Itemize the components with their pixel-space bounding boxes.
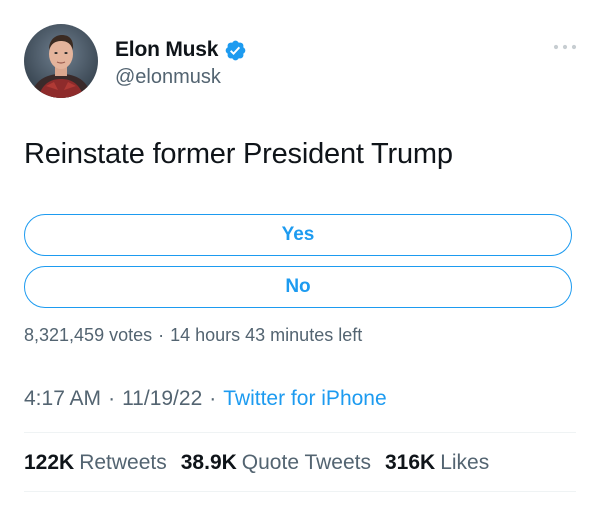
- more-options-button[interactable]: [552, 40, 578, 54]
- poll-option-yes[interactable]: Yes: [24, 214, 572, 256]
- avatar-image: [24, 24, 98, 98]
- author-handle[interactable]: @elonmusk: [115, 66, 221, 89]
- poll-option-no[interactable]: No: [24, 266, 572, 308]
- author-display-name[interactable]: Elon Musk: [115, 38, 218, 62]
- divider: [24, 432, 576, 433]
- separator-dot: ·: [209, 387, 217, 410]
- avatar[interactable]: [24, 24, 98, 98]
- separator-dot: ·: [108, 387, 116, 410]
- retweets-label: Retweets: [79, 451, 167, 474]
- divider: [24, 491, 576, 492]
- tweet-meta: 4:17 AM · 11/19/22 · Twitter for iPhone: [24, 387, 387, 411]
- poll-option-label: Yes: [281, 224, 315, 245]
- likes-label: Likes: [440, 451, 490, 474]
- verified-badge-icon: [224, 39, 247, 62]
- poll-summary: 8,321,459 votes · 14 hours 43 minutes le…: [24, 325, 362, 346]
- tweet-source-link[interactable]: Twitter for iPhone: [223, 387, 386, 411]
- likes-stat[interactable]: 316K Likes: [385, 451, 489, 475]
- more-dots-icon: [553, 44, 577, 50]
- quote-tweets-label: Quote Tweets: [241, 451, 371, 474]
- retweets-stat[interactable]: 122K Retweets: [24, 451, 167, 475]
- author-name-row: Elon Musk: [115, 37, 247, 63]
- tweet-card: Elon Musk @elonmusk Reinstate former Pre…: [0, 0, 600, 505]
- tweet-date[interactable]: 11/19/22: [122, 387, 202, 411]
- poll-option-label: No: [285, 276, 311, 297]
- tweet-stats: 122K Retweets 38.9K Quote Tweets 316K Li…: [24, 451, 503, 475]
- tweet-text: Reinstate former President Trump: [24, 138, 453, 170]
- separator-dot: ·: [158, 325, 165, 345]
- quote-tweets-stat[interactable]: 38.9K Quote Tweets: [181, 451, 371, 475]
- tweet-time[interactable]: 4:17 AM: [24, 387, 101, 411]
- poll-vote-count: 8,321,459 votes: [24, 325, 153, 345]
- likes-count: 316K: [385, 451, 436, 474]
- retweets-count: 122K: [24, 451, 75, 474]
- poll-time-left: 14 hours 43 minutes left: [170, 325, 363, 345]
- quote-tweets-count: 38.9K: [180, 451, 237, 474]
